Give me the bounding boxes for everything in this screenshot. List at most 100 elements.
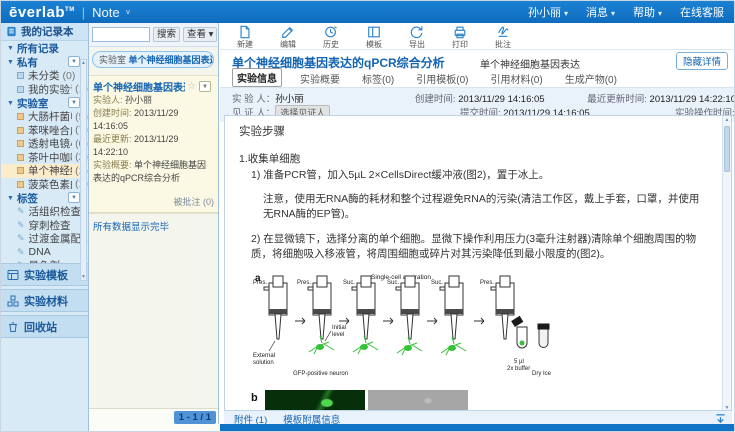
- experiment-card-title[interactable]: 单个神经细胞基因表达...: [93, 79, 185, 94]
- detail-tabs: 实验信息 实验概要 标签(0) 引用模板(0) 引用材料(0) 生成产物(0): [220, 70, 735, 87]
- hide-details-button[interactable]: 隐藏详情: [676, 52, 728, 70]
- online-support-link[interactable]: 在线客服: [680, 4, 724, 20]
- experiment-list-panel: 搜索 查看 ▾ 实验室 单个神经细胞基因表达 单个神经细胞基因表达... ☆ ▼…: [89, 23, 219, 432]
- history-button[interactable]: 历史: [318, 25, 344, 50]
- section-dropdown-button[interactable]: ▼: [68, 56, 80, 67]
- tab-products[interactable]: 生成产物(0): [561, 70, 621, 87]
- svg-text:solution: solution: [253, 360, 274, 366]
- sidebar-item-benzimidazole[interactable]: 苯咪唑合成...(7): [1, 124, 88, 138]
- svg-text:2x buffer: 2x buffer: [507, 366, 530, 372]
- history-clock-icon: [324, 25, 338, 39]
- sidebar-item-uncategorized[interactable]: 未分类(0): [1, 69, 88, 83]
- chevron-down-icon: ▾: [611, 9, 615, 18]
- figure-a-aspiration-diagram: a Single-cell aspiration Pres. Pres. Suc…: [251, 271, 707, 386]
- scroll-up-icon[interactable]: ▲: [81, 60, 86, 66]
- dic-image-1: [368, 390, 468, 411]
- sidebar-tag-dna[interactable]: ✎DNA: [1, 246, 88, 260]
- annotate-button[interactable]: 批注: [490, 25, 516, 50]
- tag-icon: ✎: [17, 233, 25, 244]
- search-input[interactable]: [92, 27, 150, 42]
- sidebar-tag-biopsy[interactable]: ✎活组织检查: [1, 205, 88, 219]
- experiment-card[interactable]: 单个神经细胞基因表达... ☆ ▼ 实验人: 孙小丽 创建时间: 2013/11…: [89, 75, 218, 213]
- card-field-updated: 最近更新: 2013/11/29 14:22:10: [93, 133, 214, 159]
- help-menu[interactable]: 帮助▾: [633, 4, 662, 20]
- scroll-thumb[interactable]: [724, 126, 730, 172]
- figure-b-label: b: [251, 392, 258, 404]
- folder-icon: [17, 181, 24, 188]
- sidebar-item-tem[interactable]: 透射电镜小...(0): [1, 137, 88, 151]
- filter-pill[interactable]: 实验室 单个神经细胞基因表达: [92, 51, 214, 68]
- pagination-label[interactable]: 1 - 1 / 1: [174, 411, 216, 424]
- template-icon: [7, 269, 19, 281]
- tab-experiment-summary[interactable]: 实验概要: [296, 70, 344, 87]
- sidebar-scrollbar[interactable]: ▲▼: [80, 59, 87, 281]
- content-scrollbar[interactable]: ▲ ▼: [722, 116, 731, 411]
- sidebar-item-my-experiments[interactable]: 我的实验记...(1): [1, 83, 88, 97]
- scroll-down-icon[interactable]: ▼: [81, 274, 86, 280]
- card-field-summary: 实验概要: 单个神经细胞基因表达的qPCR综合分析: [93, 159, 214, 185]
- list-bottom-strip: [89, 424, 220, 431]
- notebook-icon: [6, 26, 17, 37]
- experiment-title: 单个神经细胞基因表达的qPCR综合分析: [232, 54, 445, 71]
- tab-tags[interactable]: 标签(0): [358, 70, 398, 87]
- messages-menu[interactable]: 消息▾: [586, 4, 615, 20]
- steps-heading: 实验步骤: [239, 123, 707, 139]
- dry-ice-label: Dry Ice: [532, 371, 552, 377]
- folder-icon: [17, 113, 24, 120]
- card-dropdown-button[interactable]: ▼: [199, 81, 211, 92]
- sidebar-item-tea-caffeine[interactable]: 茶叶中咖啡...(2): [1, 151, 88, 165]
- sidebar-item-all-records[interactable]: ▼所有记录: [1, 41, 88, 55]
- experiment-content[interactable]: 实验步骤 1.收集单细胞 1) 准备PCR管，加入5µL 2×CellsDire…: [224, 115, 732, 411]
- syringe-3-label: Suc.: [343, 280, 355, 286]
- print-button[interactable]: 打印: [447, 25, 473, 50]
- syringe-2-label: Pres.: [297, 280, 311, 286]
- step-1-2: 2) 在显微镜下，选择分离的单个细胞。显微下操作利用压力(3毫升注射器)清除单个…: [251, 232, 707, 262]
- detail-panel: 新建 编辑 历史 模板 导出 打印 批注 单个神经细胞基因表达的qPCR综合分: [220, 23, 735, 432]
- sidebar-nav-materials[interactable]: 实验材料: [1, 289, 88, 312]
- tag-icon: ✎: [17, 220, 25, 231]
- template-button[interactable]: 模板: [361, 25, 387, 50]
- user-menu[interactable]: 孙小丽▾: [528, 4, 568, 20]
- sidebar-section-tags[interactable]: ▼标签▼: [1, 191, 88, 205]
- folder-icon: [17, 127, 24, 134]
- tag-icon: ✎: [17, 247, 25, 258]
- external-solution-label: External: [253, 353, 275, 359]
- step-1-1: 1) 准备PCR管，加入5µL 2×CellsDirect缓冲液(图2)，置于冰…: [251, 168, 707, 183]
- edit-pencil-icon: [281, 25, 295, 39]
- export-button[interactable]: 导出: [404, 25, 430, 50]
- sidebar-item-ecoli[interactable]: 大肠杆菌电...(5): [1, 110, 88, 124]
- sidebar-tag-puncture[interactable]: ✎穿刺检查: [1, 219, 88, 233]
- folder-icon: [17, 154, 24, 161]
- product-caret-icon[interactable]: ˅: [126, 8, 131, 17]
- view-dropdown-button[interactable]: 查看 ▾: [183, 27, 217, 42]
- tab-referenced-templates[interactable]: 引用模板(0): [412, 70, 472, 87]
- sidebar-tag-transition-metal[interactable]: ✎过渡金属配...: [1, 232, 88, 246]
- syringe-1-label: Pres.: [253, 280, 267, 286]
- section-dropdown-button[interactable]: ▼: [68, 192, 80, 203]
- chevron-down-icon: ▾: [564, 9, 568, 18]
- experimenter-name: 孙小丽: [275, 94, 304, 105]
- star-icon[interactable]: ☆: [187, 81, 196, 92]
- annotation-count[interactable]: 被批注 (0): [93, 195, 214, 208]
- sidebar-section-lab[interactable]: ▼实验室▼: [1, 96, 88, 110]
- sidebar-item-spinach-pigment[interactable]: 菠菜色素的...(1): [1, 178, 88, 192]
- sidebar-item-single-neuron[interactable]: 单个神经细...(1): [1, 164, 88, 178]
- logo-divider: |: [82, 5, 85, 20]
- new-button[interactable]: 新建: [232, 25, 258, 50]
- signature-icon: [496, 25, 510, 39]
- sidebar-section-private[interactable]: ▼私有▼: [1, 55, 88, 69]
- app-logo: ēverlabTM: [9, 4, 75, 21]
- search-button[interactable]: 搜索: [153, 27, 180, 42]
- tab-referenced-materials[interactable]: 引用材料(0): [486, 70, 546, 87]
- sidebar-nav-recycle-bin[interactable]: 回收站: [1, 315, 88, 338]
- sidebar-nav-templates[interactable]: 实验模板: [1, 263, 88, 286]
- section-dropdown-button[interactable]: ▼: [68, 97, 80, 108]
- svg-text:level: level: [332, 332, 344, 338]
- scroll-up-icon[interactable]: ▲: [723, 117, 731, 123]
- fluorescence-image: 10 µm: [265, 390, 365, 411]
- edit-button[interactable]: 编辑: [275, 25, 301, 50]
- top-bar: ēverlabTM | Note ˅ 孙小丽▾ 消息▾ 帮助▾ 在线客服: [1, 1, 735, 23]
- initial-level-label: Initial: [332, 325, 346, 331]
- notebook-square-icon: [17, 72, 24, 79]
- syringe-6-label: Pres.: [480, 280, 494, 286]
